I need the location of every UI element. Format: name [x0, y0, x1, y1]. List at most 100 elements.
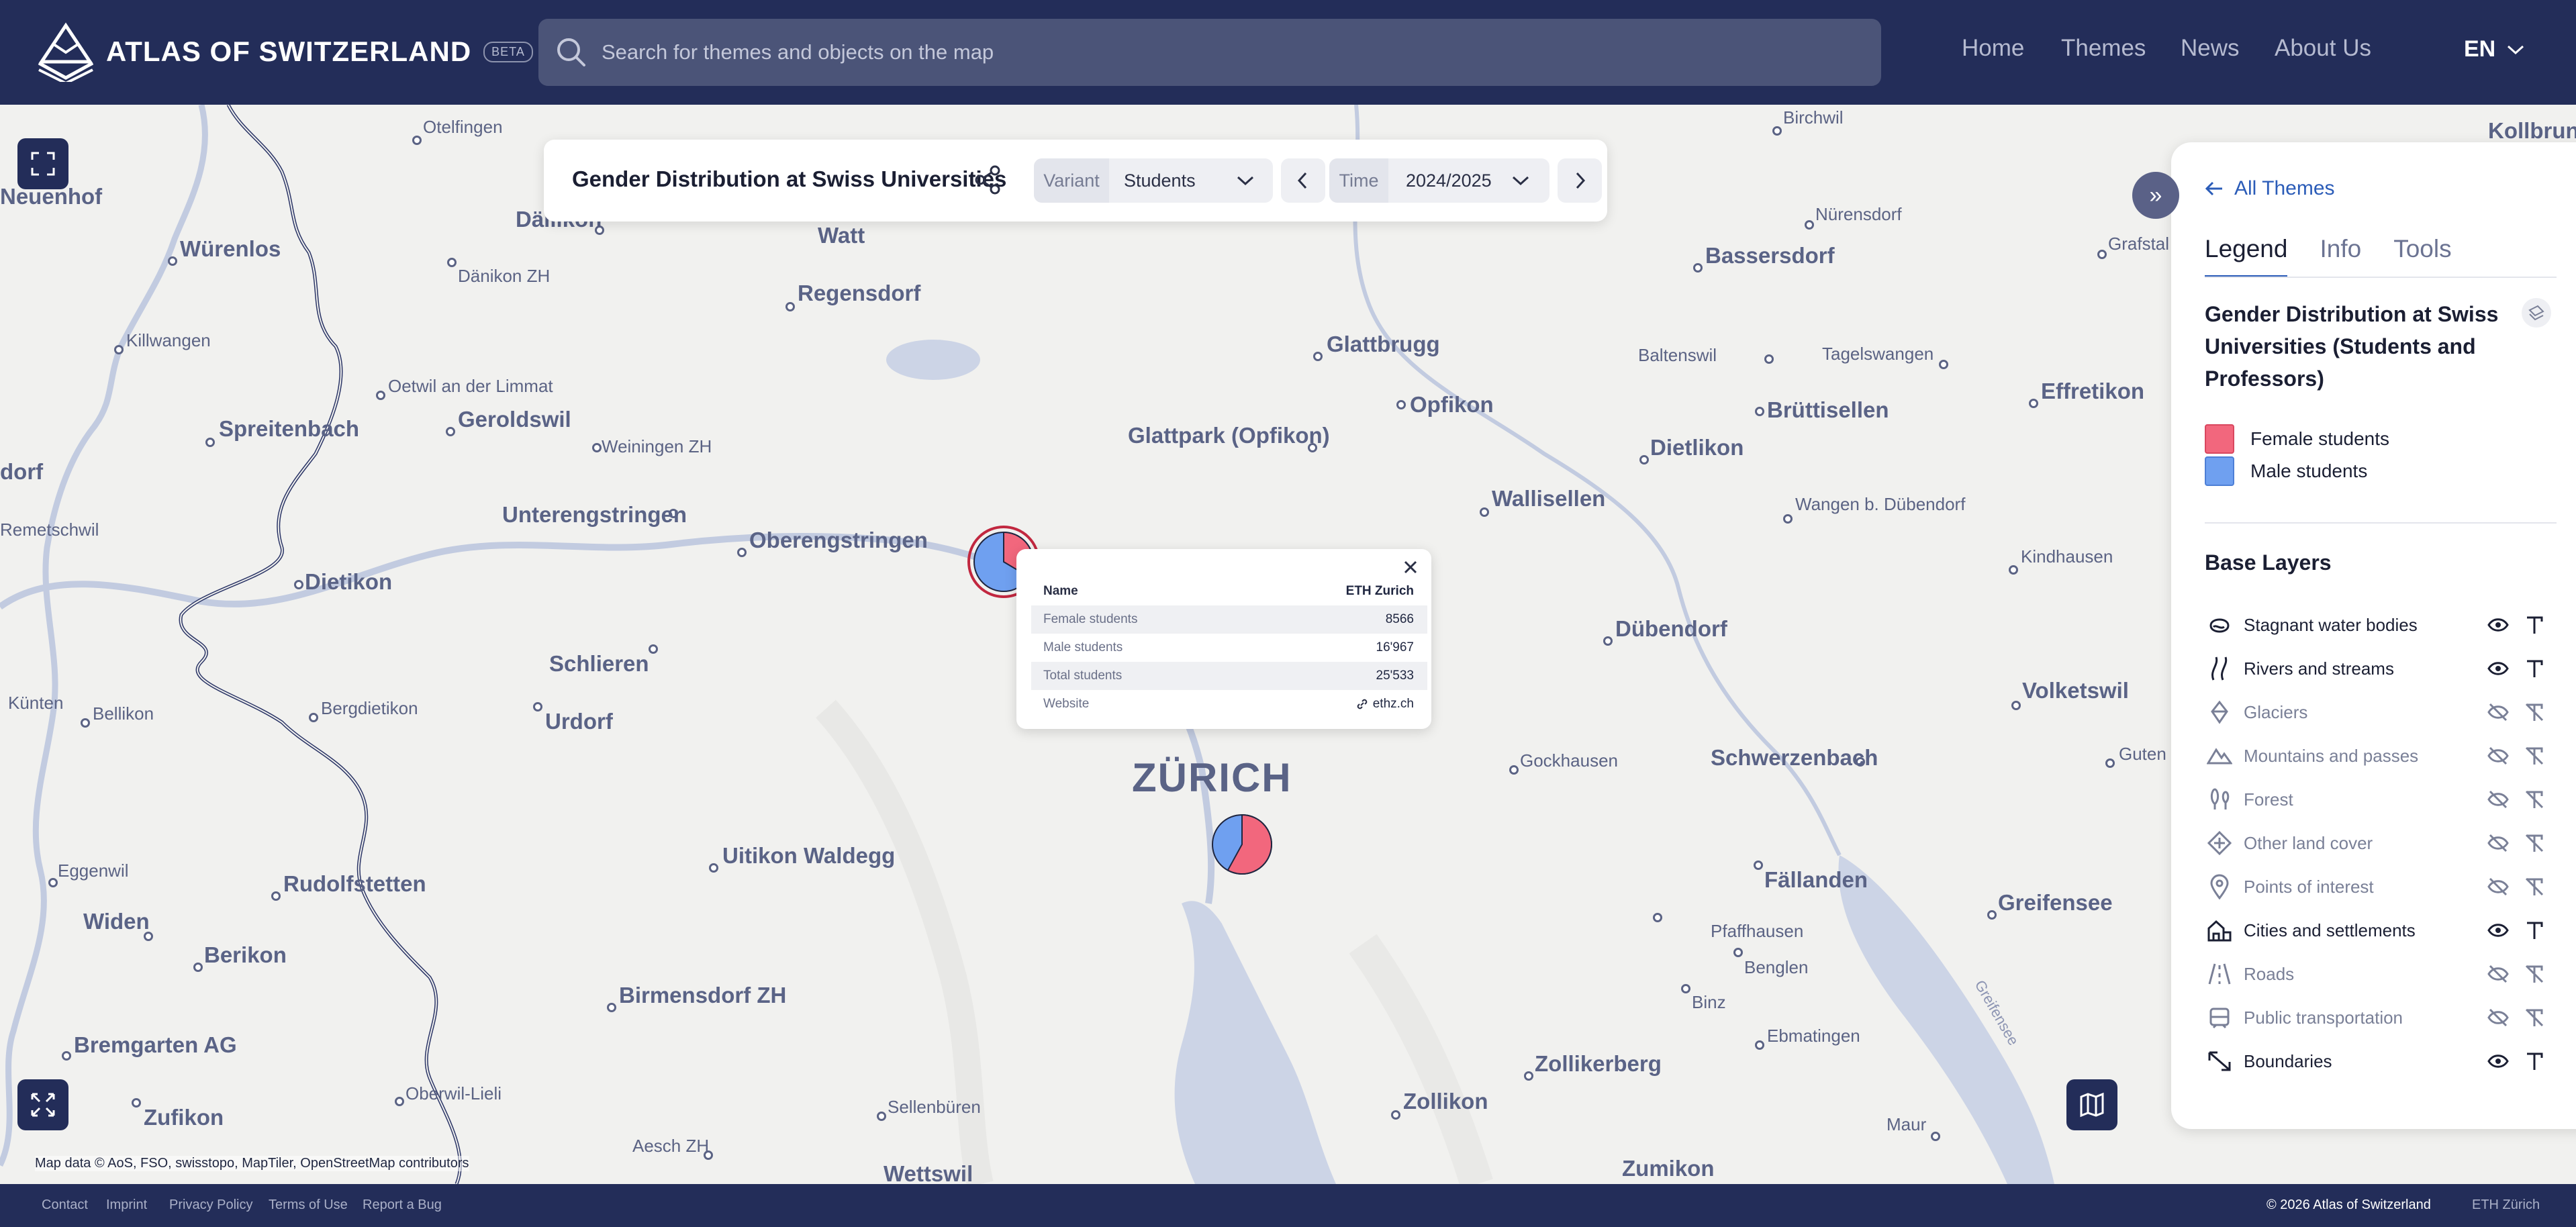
chevron-down-icon	[1237, 176, 1254, 186]
eye-icon[interactable]	[2487, 614, 2510, 636]
tab-legend[interactable]: Legend	[2205, 235, 2288, 278]
eye-off-icon[interactable]	[2487, 701, 2510, 724]
place-dot	[1939, 360, 1948, 369]
place-label: Maur	[1887, 1114, 1927, 1134]
search-input[interactable]	[602, 40, 1810, 64]
layer-opacity-icon[interactable]	[2520, 297, 2553, 329]
tab-tools[interactable]: Tools	[2393, 235, 2451, 278]
place-label: Oetwil an der Limmat	[388, 376, 553, 396]
place-label: Effretikon	[2041, 379, 2145, 403]
collapse-panel-button[interactable]: »	[2132, 172, 2179, 219]
place-dot	[48, 878, 58, 887]
label-off-icon[interactable]	[2523, 832, 2546, 854]
place-label: Greifensee	[1998, 890, 2113, 915]
place-dot	[114, 345, 124, 354]
place-label: Dänikon ZH	[458, 266, 551, 286]
popup-value: 16'967	[1376, 640, 1414, 654]
buildings-icon	[2205, 916, 2234, 945]
popup-value: 8566	[1385, 612, 1414, 626]
basemap-button[interactable]	[2066, 1079, 2117, 1130]
layer-label: Stagnant water bodies	[2244, 614, 2418, 635]
label-off-icon[interactable]	[2523, 875, 2546, 898]
tab-info[interactable]: Info	[2320, 235, 2361, 278]
place-label: Remetschwil	[0, 520, 99, 540]
label-off-icon[interactable]	[2523, 788, 2546, 811]
place-dot	[1313, 352, 1323, 361]
eye-off-icon[interactable]	[2487, 744, 2510, 767]
link-icon	[1357, 699, 1368, 709]
variant-select[interactable]: Variant Students	[1034, 158, 1273, 203]
layer-public-transport[interactable]: Public transportation	[2205, 1001, 2567, 1034]
place-label: Watt	[818, 223, 865, 248]
layer-forest[interactable]: Forest	[2205, 783, 2567, 816]
eye-off-icon[interactable]	[2487, 963, 2510, 985]
place-dot	[1772, 126, 1782, 136]
label-off-icon[interactable]	[2523, 1006, 2546, 1029]
eye-icon[interactable]	[2487, 919, 2510, 942]
eye-off-icon[interactable]	[2487, 832, 2510, 854]
label-toggle-icon[interactable]	[2523, 657, 2546, 680]
nav-news[interactable]: News	[2181, 35, 2240, 62]
theme-bar: Gender Distribution at Swiss Universitie…	[544, 140, 1607, 222]
eye-off-icon[interactable]	[2487, 1006, 2510, 1029]
place-dot	[1733, 948, 1743, 957]
nav-home[interactable]: Home	[1962, 35, 2024, 62]
train-icon	[2205, 1003, 2234, 1032]
time-select[interactable]: Time 2024/2025	[1329, 158, 1549, 203]
layer-mountains[interactable]: Mountains and passes	[2205, 739, 2567, 773]
close-icon[interactable]	[1400, 557, 1421, 577]
website-link[interactable]: ethz.ch	[1355, 697, 1414, 711]
layer-stagnant-water[interactable]: Stagnant water bodies	[2205, 608, 2567, 642]
label-off-icon[interactable]	[2523, 963, 2546, 985]
fullscreen-button[interactable]	[17, 138, 68, 189]
all-themes-link[interactable]: All Themes	[2205, 177, 2335, 200]
layer-glaciers[interactable]: Glaciers	[2205, 695, 2567, 729]
label-toggle-icon[interactable]	[2523, 1050, 2546, 1073]
popup-value: ETH Zurich	[1345, 584, 1414, 598]
place-label: Wettswil	[884, 1161, 973, 1184]
layer-boundaries[interactable]: Boundaries	[2205, 1044, 2567, 1078]
chevron-down-icon	[1512, 176, 1529, 186]
label-off-icon[interactable]	[2523, 701, 2546, 724]
label-toggle-icon[interactable]	[2523, 614, 2546, 636]
footer-link-report-bug[interactable]: Report a Bug	[363, 1197, 442, 1213]
layer-rivers[interactable]: Rivers and streams	[2205, 652, 2567, 685]
footer-link-imprint[interactable]: Imprint	[106, 1197, 147, 1213]
eye-off-icon[interactable]	[2487, 875, 2510, 898]
chevron-right-icon	[1576, 172, 1586, 189]
footer-link-privacy[interactable]: Privacy Policy	[169, 1197, 252, 1213]
label-off-icon[interactable]	[2523, 744, 2546, 767]
popup-row-name: Name ETH Zurich	[1031, 577, 1427, 605]
nav-about-us[interactable]: About Us	[2275, 35, 2371, 62]
eye-off-icon[interactable]	[2487, 788, 2510, 811]
share-icon[interactable]	[972, 164, 1004, 196]
place-dot	[1755, 407, 1764, 416]
layer-label: Glaciers	[2244, 701, 2308, 722]
place-label: Geroldswil	[458, 407, 571, 432]
footer-link-contact[interactable]: Contact	[42, 1197, 88, 1213]
footer-link-terms[interactable]: Terms of Use	[269, 1197, 348, 1213]
language-selector[interactable]: EN	[2464, 36, 2525, 62]
place-dot	[1755, 1040, 1764, 1050]
eye-icon[interactable]	[2487, 1050, 2510, 1073]
layer-points-of-interest[interactable]: Points of interest	[2205, 870, 2567, 903]
all-themes-label: All Themes	[2234, 177, 2335, 199]
search-bar[interactable]	[538, 19, 1881, 86]
previous-time-button[interactable]	[1281, 158, 1325, 203]
eye-icon[interactable]	[2487, 657, 2510, 680]
nav-themes[interactable]: Themes	[2061, 35, 2146, 62]
layer-other-land-cover[interactable]: Other land cover	[2205, 826, 2567, 860]
popup-key: Name	[1043, 584, 1078, 598]
layer-label: Points of interest	[2244, 876, 2374, 897]
pie-university-zurich[interactable]	[1210, 812, 1274, 877]
place-dot	[271, 891, 281, 901]
place-label: Grafstal	[2108, 234, 2170, 254]
next-time-button[interactable]	[1558, 158, 1602, 203]
place-label: Dietlikon	[1650, 435, 1744, 460]
expand-map-button[interactable]	[17, 1079, 68, 1130]
layer-roads[interactable]: Roads	[2205, 957, 2567, 991]
layer-cities[interactable]: Cities and settlements	[2205, 914, 2567, 947]
place-label: Eggenwil	[58, 861, 129, 881]
atlas-logo[interactable]: ATLAS OF SWITZERLAND BETA	[34, 21, 533, 82]
label-toggle-icon[interactable]	[2523, 919, 2546, 942]
